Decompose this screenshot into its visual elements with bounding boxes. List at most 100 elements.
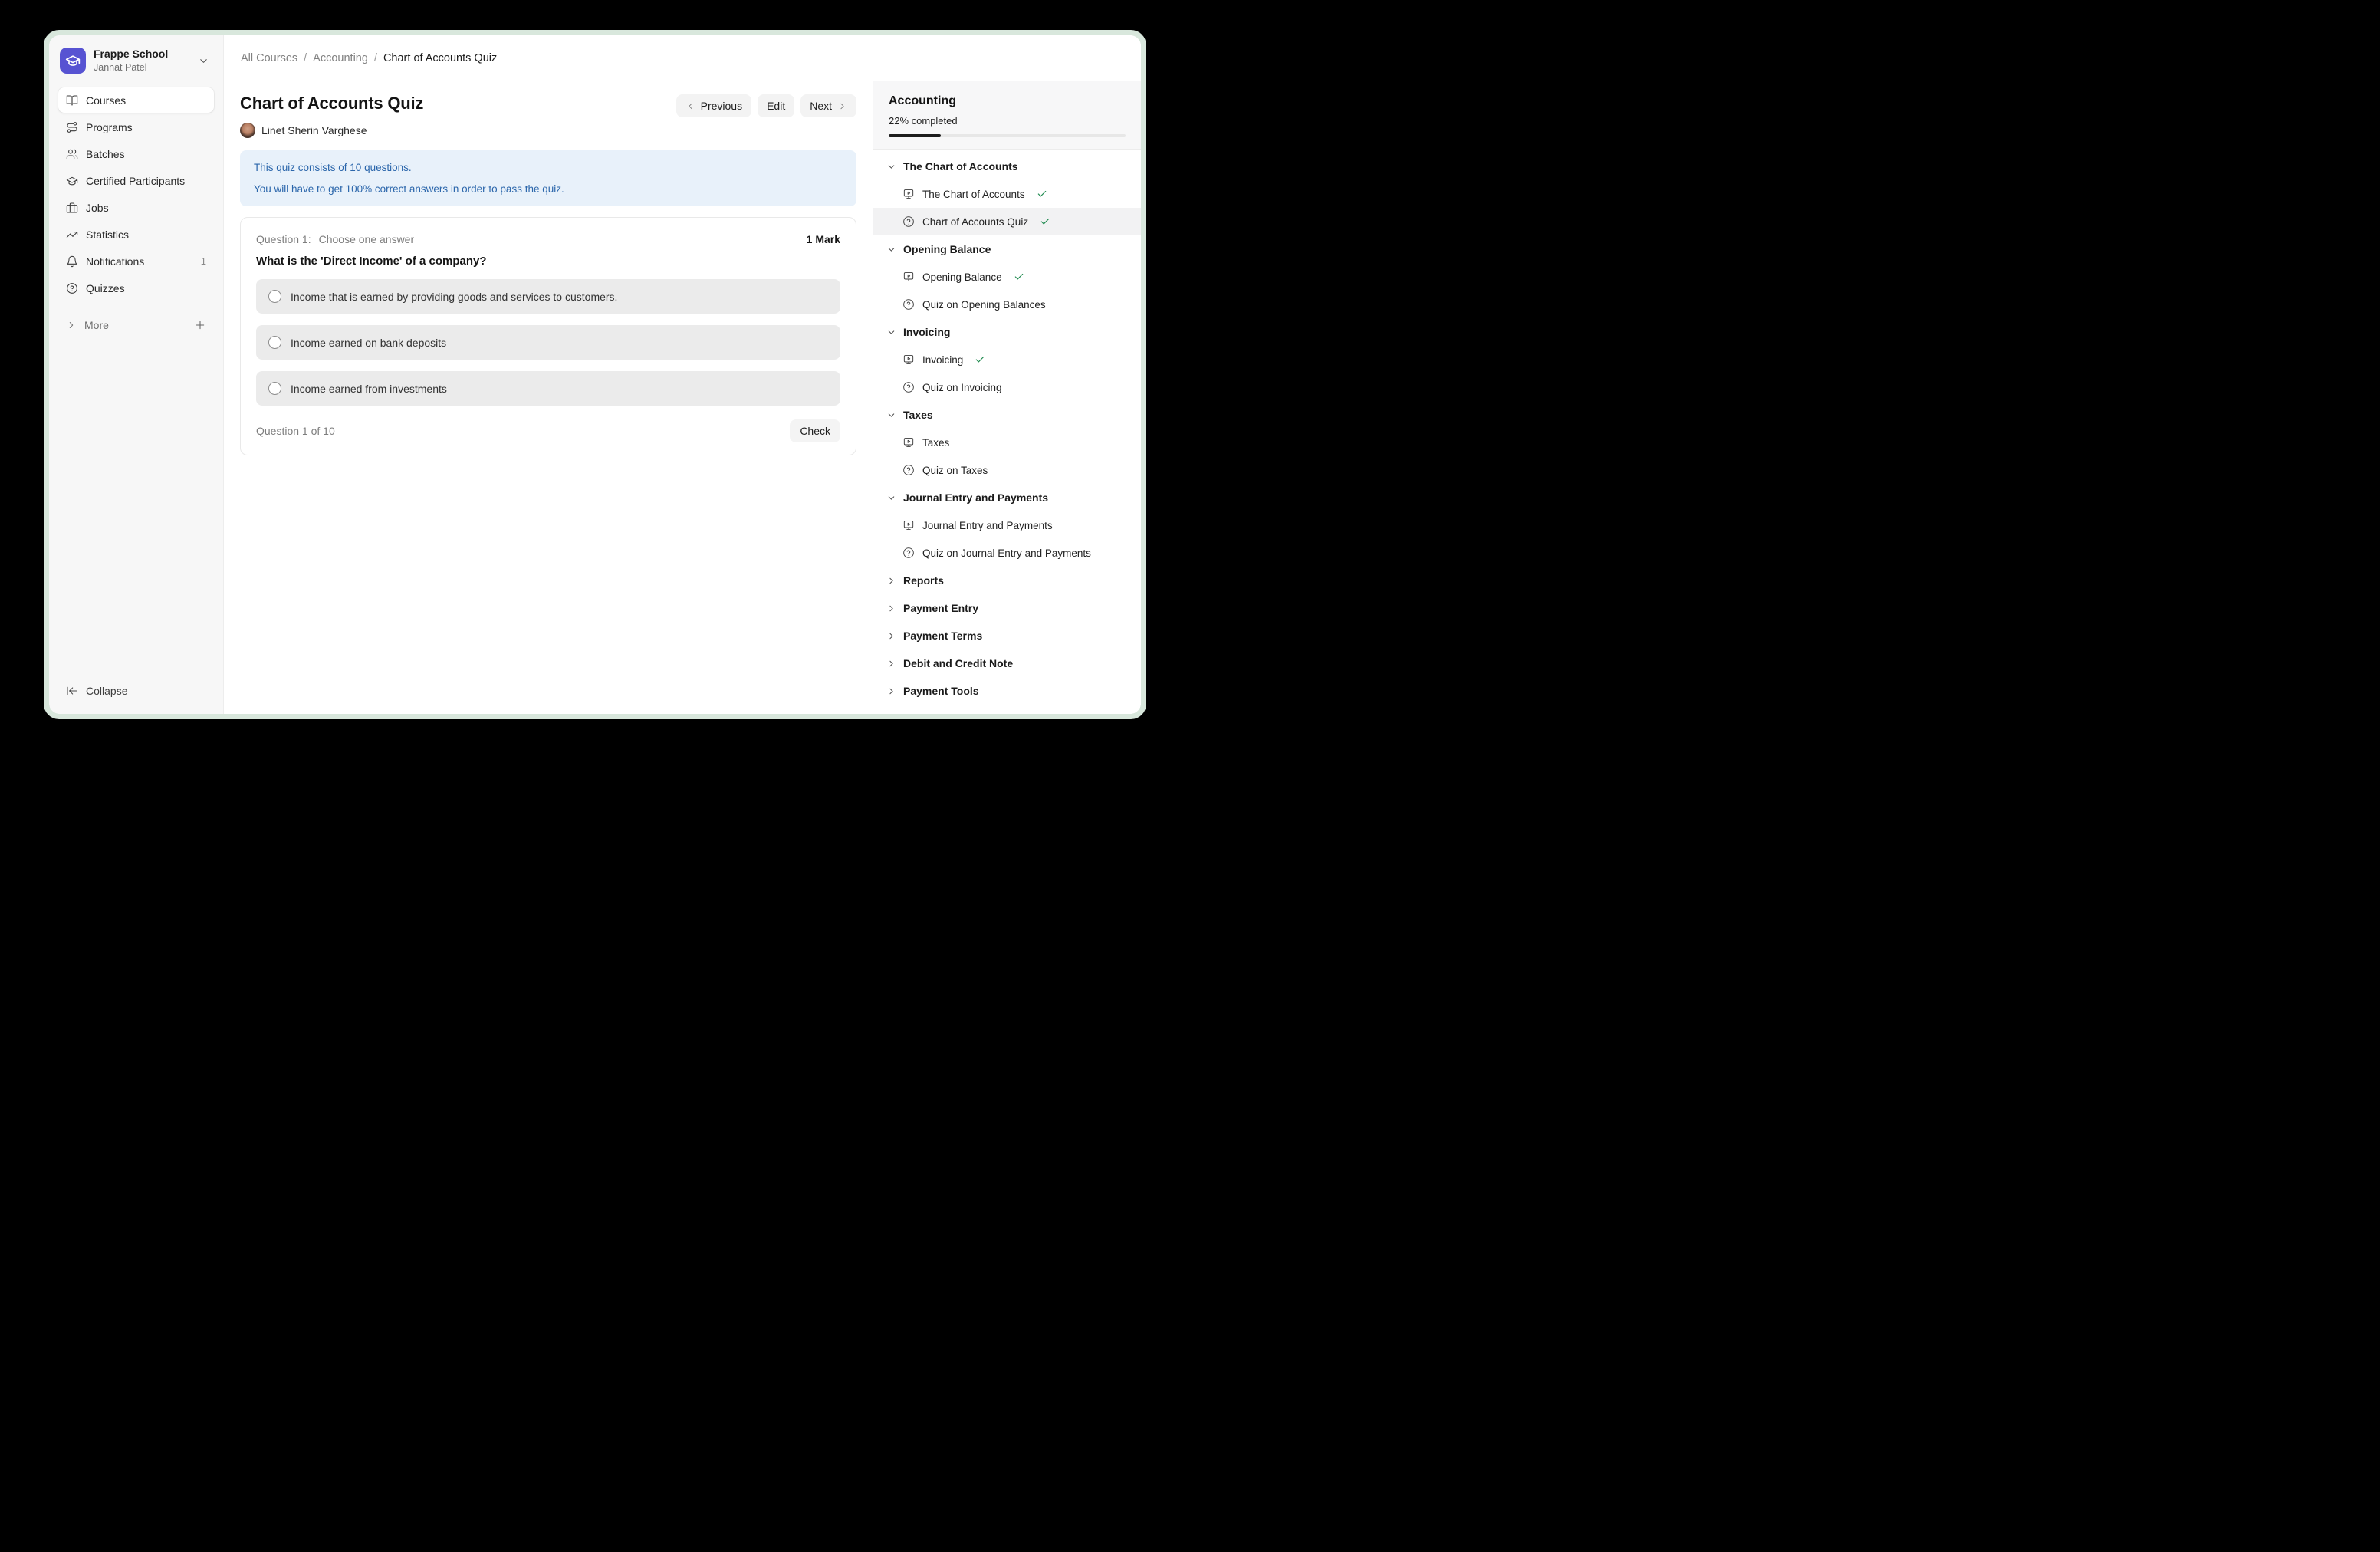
outline-item-invoicing[interactable]: Invoicing bbox=[873, 346, 1141, 373]
outline-section-opening-balance[interactable]: Opening Balance bbox=[873, 235, 1141, 263]
sidebar-item-jobs[interactable]: Jobs bbox=[58, 195, 214, 220]
outline-item-quiz-on-opening-balances[interactable]: Quiz on Opening Balances bbox=[873, 291, 1141, 318]
outline-item-quiz-on-taxes[interactable]: Quiz on Taxes bbox=[873, 456, 1141, 484]
outline-section-label: Opening Balance bbox=[903, 243, 991, 255]
outline-item-chart-of-accounts-quiz[interactable]: Chart of Accounts Quiz bbox=[873, 208, 1141, 235]
sidebar-item-quizzes[interactable]: Quizzes bbox=[58, 275, 214, 301]
page-title: Chart of Accounts Quiz bbox=[240, 92, 423, 115]
chevron-right-icon bbox=[886, 603, 896, 613]
sidebar-item-notifications[interactable]: Notifications1 bbox=[58, 248, 214, 274]
question-text: What is the 'Direct Income' of a company… bbox=[256, 255, 840, 268]
chevron-right-icon bbox=[886, 659, 896, 669]
graduation-cap-icon bbox=[66, 175, 78, 187]
quiz-instruction-line: This quiz consists of 10 questions. bbox=[254, 160, 843, 176]
route-icon bbox=[66, 121, 78, 133]
course-outline-sidebar: Accounting 22% completed The Chart of Ac… bbox=[873, 81, 1141, 714]
outline-section-label: Taxes bbox=[903, 409, 933, 421]
add-icon[interactable] bbox=[194, 319, 206, 331]
briefcase-icon bbox=[66, 202, 78, 214]
outline-item-opening-balance[interactable]: Opening Balance bbox=[873, 263, 1141, 291]
sidebar-item-more[interactable]: More bbox=[58, 313, 214, 337]
book-open-icon bbox=[66, 94, 78, 107]
sidebar-item-batches[interactable]: Batches bbox=[58, 141, 214, 166]
sidebar-item-statistics[interactable]: Statistics bbox=[58, 222, 214, 247]
radio-button-icon[interactable] bbox=[268, 382, 281, 395]
content-column: All Courses/Accounting/Chart of Accounts… bbox=[224, 35, 1141, 714]
outline-section-label: Journal Entry and Payments bbox=[903, 492, 1048, 504]
outline-section-label: Payment Terms bbox=[903, 630, 982, 642]
outline-section-the-chart-of-accounts[interactable]: The Chart of Accounts bbox=[873, 153, 1141, 180]
quiz-icon bbox=[902, 298, 915, 311]
sidebar-item-certified-participants[interactable]: Certified Participants bbox=[58, 168, 214, 193]
outline-item-label: Taxes bbox=[922, 437, 949, 449]
collapse-label: Collapse bbox=[86, 685, 127, 697]
previous-button[interactable]: Previous bbox=[676, 94, 751, 117]
outline-item-label: Chart of Accounts Quiz bbox=[922, 216, 1028, 228]
toolbar: Previous Edit Next bbox=[676, 94, 856, 117]
outline-item-label: Journal Entry and Payments bbox=[922, 520, 1053, 531]
question-marks: 1 Mark bbox=[807, 233, 840, 245]
workspace-title: Frappe School bbox=[94, 48, 190, 61]
outline-section-debit-and-credit-note[interactable]: Debit and Credit Note bbox=[873, 649, 1141, 677]
edit-button[interactable]: Edit bbox=[758, 94, 794, 117]
outline-item-label: Quiz on Taxes bbox=[922, 465, 988, 476]
lesson-video-icon bbox=[902, 436, 915, 449]
next-button[interactable]: Next bbox=[800, 94, 856, 117]
content-row: Chart of Accounts Quiz Linet Sherin Varg… bbox=[224, 81, 1141, 714]
course-progress-fill bbox=[889, 134, 941, 137]
radio-button-icon[interactable] bbox=[268, 290, 281, 303]
outline-item-the-chart-of-accounts[interactable]: The Chart of Accounts bbox=[873, 180, 1141, 208]
outline-section-reports[interactable]: Reports bbox=[873, 567, 1141, 594]
outline-section-journal-entry-and-payments[interactable]: Journal Entry and Payments bbox=[873, 484, 1141, 511]
answer-option[interactable]: Income earned from investments bbox=[256, 371, 840, 406]
outline-item-taxes[interactable]: Taxes bbox=[873, 429, 1141, 456]
outline-section-label: Payment Tools bbox=[903, 685, 979, 697]
sidebar-item-label: Certified Participants bbox=[86, 175, 206, 187]
breadcrumb-item-all-courses[interactable]: All Courses bbox=[241, 52, 298, 64]
answer-option[interactable]: Income earned on bank deposits bbox=[256, 325, 840, 360]
outline-section-payment-entry[interactable]: Payment Entry bbox=[873, 594, 1141, 622]
breadcrumb-item-chart-of-accounts-quiz: Chart of Accounts Quiz bbox=[383, 52, 497, 64]
outline-section-label: Payment Entry bbox=[903, 602, 978, 614]
completed-check-icon bbox=[975, 354, 985, 365]
outline-item-label: Opening Balance bbox=[922, 271, 1002, 283]
chevron-down-icon bbox=[886, 162, 896, 172]
outline-item-label: Quiz on Opening Balances bbox=[922, 299, 1046, 311]
outline-section-payment-terms[interactable]: Payment Terms bbox=[873, 622, 1141, 649]
radio-button-icon[interactable] bbox=[268, 336, 281, 349]
bell-icon bbox=[66, 255, 78, 268]
sidebar-item-label: Statistics bbox=[86, 229, 206, 241]
sidebar-item-label: Jobs bbox=[86, 202, 206, 214]
outline-section-label: The Chart of Accounts bbox=[903, 160, 1018, 173]
question-footer: Question 1 of 10 Check bbox=[256, 419, 840, 442]
check-button[interactable]: Check bbox=[790, 419, 840, 442]
outline-section-payment-tools[interactable]: Payment Tools bbox=[873, 677, 1141, 705]
outline-item-label: The Chart of Accounts bbox=[922, 189, 1025, 200]
outline-item-quiz-on-journal-entry-and-payments[interactable]: Quiz on Journal Entry and Payments bbox=[873, 539, 1141, 567]
quiz-icon bbox=[902, 547, 915, 559]
title-block: Chart of Accounts Quiz Linet Sherin Varg… bbox=[240, 92, 423, 138]
answer-options: Income that is earned by providing goods… bbox=[256, 279, 840, 406]
chevron-down-icon bbox=[886, 410, 896, 420]
answer-option[interactable]: Income that is earned by providing goods… bbox=[256, 279, 840, 314]
chevron-right-icon bbox=[837, 101, 847, 111]
sidebar-item-programs[interactable]: Programs bbox=[58, 114, 214, 140]
lesson-video-icon bbox=[902, 188, 915, 200]
workspace-switcher[interactable]: Frappe School Jannat Patel bbox=[58, 43, 214, 78]
outline-item-quiz-on-invoicing[interactable]: Quiz on Invoicing bbox=[873, 373, 1141, 401]
outline-section-invoicing[interactable]: Invoicing bbox=[873, 318, 1141, 346]
outline-item-label: Quiz on Invoicing bbox=[922, 382, 1002, 393]
completed-check-icon bbox=[1037, 189, 1047, 199]
outline-section-taxes[interactable]: Taxes bbox=[873, 401, 1141, 429]
breadcrumb-separator: / bbox=[304, 52, 307, 64]
next-button-label: Next bbox=[810, 100, 832, 112]
edit-button-label: Edit bbox=[767, 100, 785, 112]
sidebar-item-label: Courses bbox=[86, 94, 206, 107]
sidebar-item-label: Quizzes bbox=[86, 282, 206, 294]
outline-item-journal-entry-and-payments[interactable]: Journal Entry and Payments bbox=[873, 511, 1141, 539]
collapse-sidebar-button[interactable]: Collapse bbox=[58, 679, 214, 703]
breadcrumb-item-accounting[interactable]: Accounting bbox=[313, 52, 368, 64]
sidebar-item-courses[interactable]: Courses bbox=[58, 87, 214, 113]
chevron-right-icon bbox=[886, 631, 896, 641]
chevron-right-icon bbox=[886, 686, 896, 696]
